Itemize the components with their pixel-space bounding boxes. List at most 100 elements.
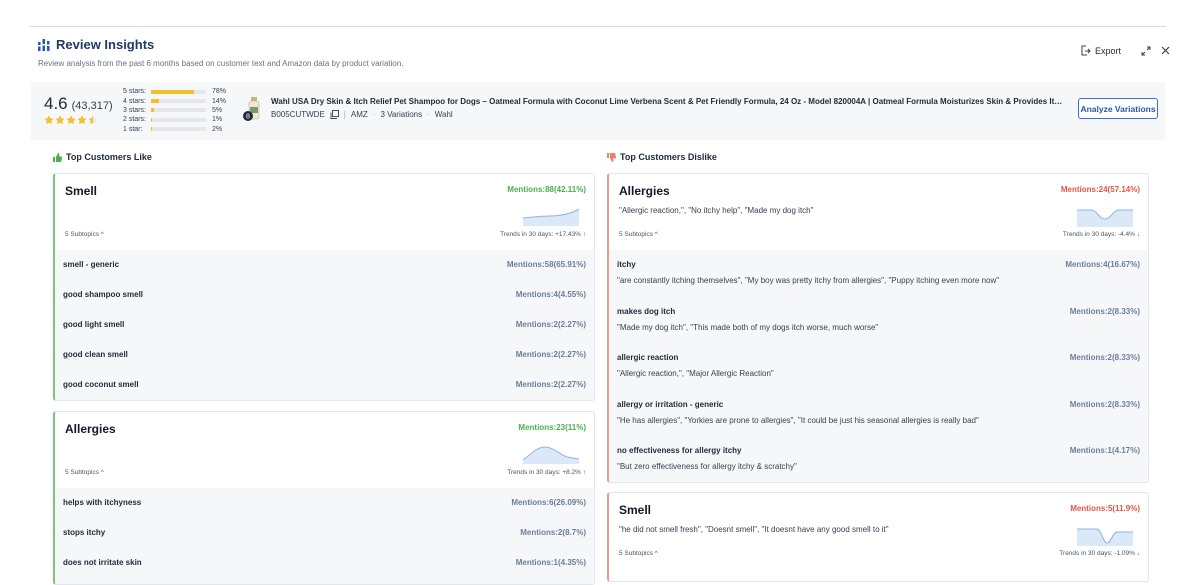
subtopics-toggle[interactable]: 5 Subtopics ^ xyxy=(65,231,104,238)
subtopic-row[interactable]: makes dog itch Mentions:2(8.33%) "Made m… xyxy=(609,297,1148,344)
close-button[interactable] xyxy=(1161,46,1170,55)
subtopic-quotes: "He has allergies", "Yorkies are prone t… xyxy=(617,415,979,425)
topic-quotes: "Allergic reaction,", "No itchy help", "… xyxy=(619,206,814,215)
analyze-variations-button[interactable]: Analyze Variations xyxy=(1078,98,1158,119)
topic-name: Smell xyxy=(619,503,652,517)
subtopic-mentions: Mentions:2(2.27%) xyxy=(515,350,586,359)
star-icon xyxy=(44,115,54,125)
subtopic-name: good coconut smell xyxy=(63,380,139,389)
topic-card[interactable]: Smell Mentions:88(42.11%) 5 Subtopics ^ … xyxy=(53,173,595,401)
panel-header: Review Insights Review analysis from the… xyxy=(38,37,1170,77)
dislikes-column: Top Customers Dislike Allergies Mentions… xyxy=(607,151,1149,582)
copy-icon[interactable] xyxy=(330,110,339,119)
star-level-percent: 5% xyxy=(212,106,223,114)
likes-heading-label: Top Customers Like xyxy=(66,152,152,162)
dislikes-heading-label: Top Customers Dislike xyxy=(620,152,717,162)
export-label: Export xyxy=(1094,45,1121,56)
close-icon xyxy=(1161,46,1170,55)
trend-sparkline xyxy=(523,446,579,464)
subtopic-mentions: Mentions:58(65.91%) xyxy=(506,260,586,269)
rating-score: 4.6 (43,317) xyxy=(44,94,113,114)
subtopics-toggle[interactable]: 5 Subtopics ^ xyxy=(65,469,104,476)
subtopic-name: does not irritate skin xyxy=(63,558,142,567)
topic-name: Allergies xyxy=(619,184,670,198)
subtopic-row[interactable]: helps with itchyness Mentions:6(26.09%) xyxy=(55,488,594,518)
star-level-percent: 1% xyxy=(212,116,223,124)
subtopic-row[interactable]: allergy or irritation - generic Mentions… xyxy=(609,390,1148,437)
subtopic-quotes: "Made my dog itch", "This made both of m… xyxy=(617,322,879,332)
subtopic-row[interactable]: itchy Mentions:4(16.67%) "are constantly… xyxy=(609,250,1148,297)
subtopic-name: allergic reaction xyxy=(617,353,679,362)
distribution-bar xyxy=(151,108,206,113)
distribution-bar-fill xyxy=(151,99,159,104)
product-asin[interactable]: B005CUTWDE xyxy=(271,110,325,119)
subtopic-mentions: Mentions:4(4.55%) xyxy=(515,290,586,299)
rating-distribution-row: 5 stars: 78% xyxy=(123,87,232,96)
variation-badge: 8 xyxy=(246,114,250,121)
trend-text: Trends in 30 days: +17.43% ↑ xyxy=(500,231,586,238)
rating-distribution-row: 4 stars: 14% xyxy=(123,96,232,105)
export-button[interactable]: Export xyxy=(1080,45,1121,56)
topic-card[interactable]: Allergies Mentions:24(57.14%) "Allergic … xyxy=(607,173,1149,483)
topic-mentions: Mentions:88(42.11%) xyxy=(507,185,586,194)
product-market: AMZ xyxy=(350,110,368,119)
subtopic-mentions: Mentions:2(2.27%) xyxy=(515,380,586,389)
trend-text: Trends in 30 days: -4.4% ↓ xyxy=(1062,231,1140,238)
subtopic-name: helps with itchyness xyxy=(63,498,142,507)
expand-button[interactable] xyxy=(1141,46,1151,56)
topic-card[interactable]: Allergies Mentions:23(11%) 5 Subtopics ^… xyxy=(53,411,595,585)
expand-icon xyxy=(1141,46,1151,55)
star-level-percent: 78% xyxy=(212,88,227,96)
rating-distribution-row: 1 star: 2% xyxy=(123,125,232,134)
subtopic-row[interactable]: stops itchy Mentions:2(8.7%) xyxy=(55,518,594,548)
trend-sparkline xyxy=(1077,528,1133,546)
product-title[interactable]: Wahl USA Dry Skin & Itch Relief Pet Sham… xyxy=(271,97,1066,106)
rating-value: 4.6 xyxy=(44,94,68,113)
star-icon xyxy=(88,115,98,125)
page-title: Review Insights xyxy=(56,37,155,52)
topic-mentions: Mentions:5(11.9%) xyxy=(1070,504,1140,513)
subtopic-row[interactable]: good coconut smell Mentions:2(2.27%) xyxy=(55,370,594,400)
subtopic-mentions: Mentions:2(8.7%) xyxy=(520,528,586,537)
star-level-label: 4 stars: xyxy=(123,97,146,105)
topic-card[interactable]: Smell Mentions:5(11.9%) "he did not smel… xyxy=(607,492,1149,582)
star-level-percent: 14% xyxy=(212,97,227,105)
subtopic-mentions: Mentions:2(2.27%) xyxy=(515,320,586,329)
subtopic-row[interactable]: good light smell Mentions:2(2.27%) xyxy=(55,310,594,340)
meta-separator: · xyxy=(372,110,376,119)
subtopics-toggle[interactable]: 5 Subtopics ^ xyxy=(619,231,658,238)
rating-count: (43,317) xyxy=(71,100,113,112)
thumbs-up-icon xyxy=(53,152,62,162)
trend-text: Trends in 30 days: -1.09% ↓ xyxy=(1059,550,1140,557)
subtopic-quotes: "Allergic reaction,", "Major Allergic Re… xyxy=(617,369,774,378)
meta-separator: | xyxy=(343,110,346,119)
bar-chart-icon xyxy=(38,38,50,51)
star-level-label: 2 stars: xyxy=(123,116,146,124)
subtopic-name: good shampoo smell xyxy=(63,290,144,299)
subtopic-row[interactable]: good clean smell Mentions:2(2.27%) xyxy=(55,340,594,370)
subtopics-toggle[interactable]: 5 Subtopics ^ xyxy=(619,550,658,557)
trend-text: Trends in 30 days: +8.2% ↑ xyxy=(507,469,586,476)
product-thumbnail: 8 xyxy=(243,97,260,121)
product-meta: B005CUTWDE | AMZ · 3 Variations · Wahl xyxy=(271,110,453,119)
subtopic-list: smell - generic Mentions:58(65.91%) good… xyxy=(55,250,594,400)
product-variations[interactable]: 3 Variations xyxy=(380,110,422,119)
subtopic-name: stops itchy xyxy=(63,528,106,537)
topic-mentions: Mentions:24(57.14%) xyxy=(1060,185,1140,194)
subtopic-name: itchy xyxy=(617,260,636,269)
subtopic-row[interactable]: allergic reaction Mentions:2(8.33%) "All… xyxy=(609,343,1148,390)
subtopic-name: allergy or irritation - generic xyxy=(617,399,724,409)
distribution-bar xyxy=(151,89,206,94)
subtopic-row[interactable]: no effectiveness for allergy itchy Menti… xyxy=(609,436,1148,482)
trend-sparkline xyxy=(523,208,579,226)
subtopic-mentions: Mentions:1(4.35%) xyxy=(515,558,586,567)
subtopic-mentions: Mentions:4(16.67%) xyxy=(1065,260,1140,269)
subtopic-row[interactable]: does not irritate skin Mentions:1(4.35%) xyxy=(55,548,594,578)
star-level-label: 5 stars: xyxy=(123,88,146,96)
rating-distribution-row: 2 stars: 1% xyxy=(123,115,232,124)
subtopic-row[interactable]: smell - generic Mentions:58(65.91%) xyxy=(55,250,594,280)
meta-separator: · xyxy=(427,110,430,119)
subtopic-row[interactable]: good shampoo smell Mentions:4(4.55%) xyxy=(55,280,594,310)
topic-name: Smell xyxy=(65,184,98,198)
rating-distribution-row: 3 stars: 5% xyxy=(123,106,232,115)
